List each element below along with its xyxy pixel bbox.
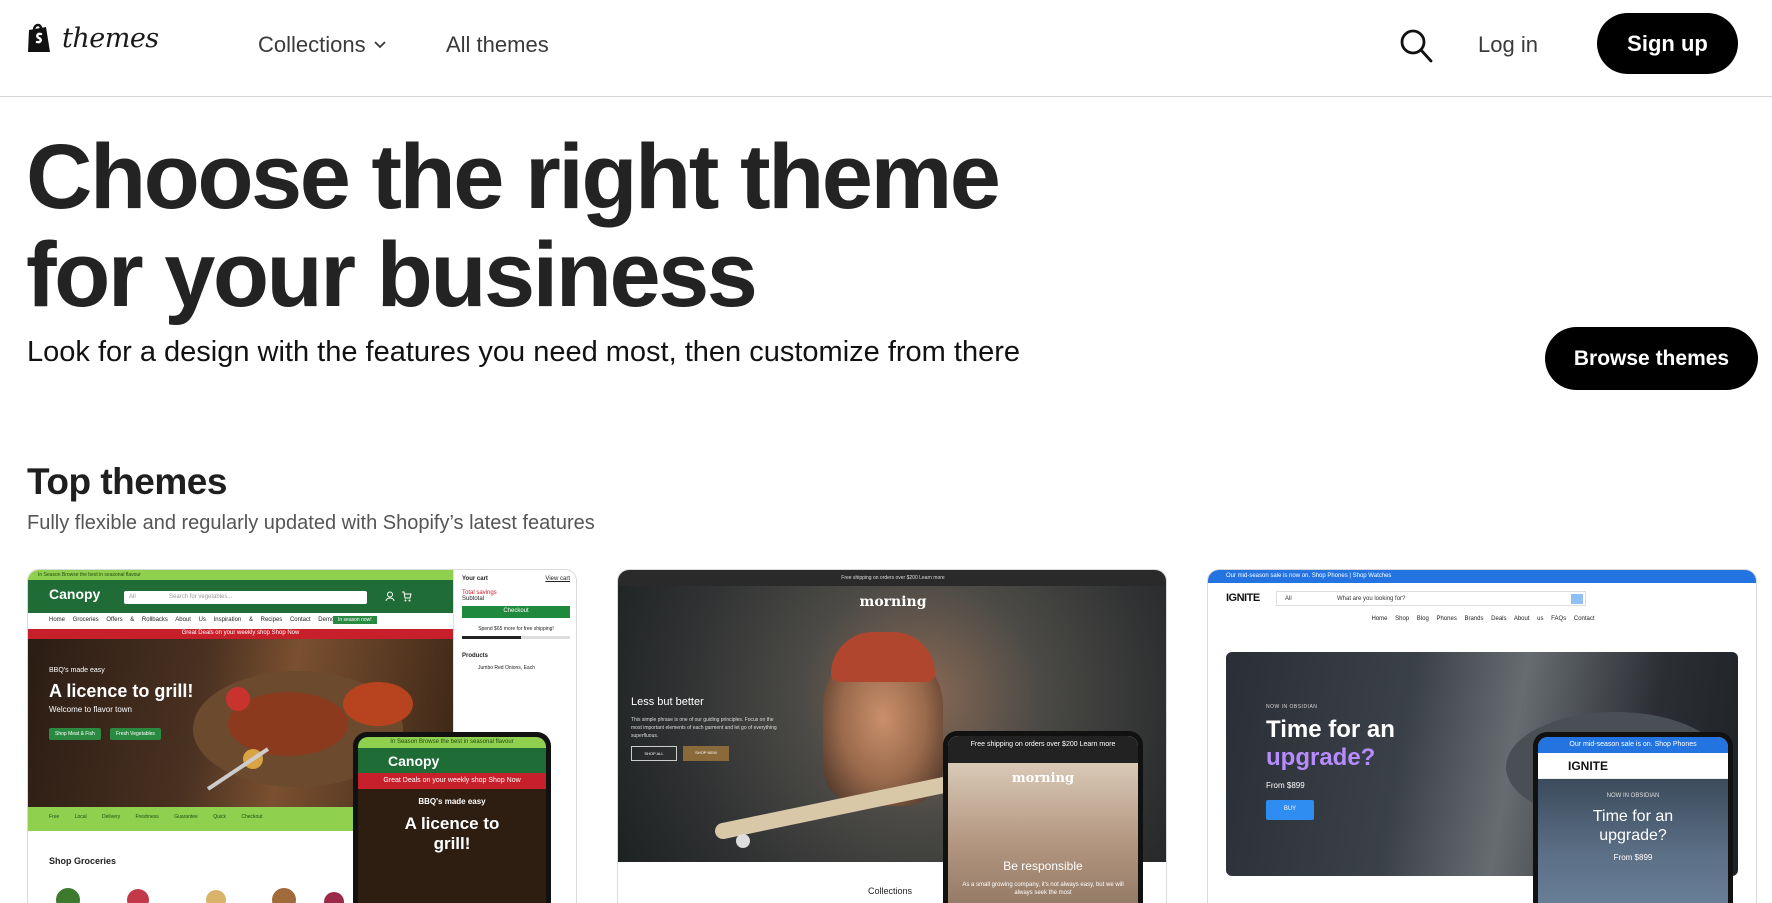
cart-checkout-button: Checkout — [462, 606, 570, 618]
canopy-header: Canopy All Search for vegetables... — [28, 580, 453, 613]
canopy-search-field: All Search for vegetables... — [124, 591, 367, 604]
canopy-shop-groceries-heading: Shop Groceries — [49, 856, 117, 866]
ignite-mobile-kicker: NOW IN OBSIDIAN — [1606, 793, 1660, 799]
nav-all-themes[interactable]: All themes — [446, 32, 549, 58]
ignite-buy-button: BUY — [1266, 800, 1314, 820]
cart-icon — [402, 591, 412, 602]
ignite-mobile-announcement: Our mid-season sale is on. Shop Phones — [1538, 737, 1728, 753]
morning-logo: morning — [859, 594, 927, 610]
site-header: themes Collections All themes Log in Sig… — [0, 0, 1772, 97]
page-title-line-2: for your business — [26, 224, 758, 326]
morning-mobile-text: As a small growing company, it's not alw… — [962, 882, 1124, 896]
ignite-search-placeholder: What are you looking for? — [1337, 596, 1406, 602]
ignite-mobile-hero: NOW IN OBSIDIAN Time for an upgrade? Fro… — [1538, 779, 1728, 903]
ignite-announcement-bar: Our mid-season sale is now on. Shop Phon… — [1208, 570, 1756, 583]
canopy-hero-kicker: BBQ's made easy — [49, 667, 105, 674]
canopy-mobile-announcement: In Season Browse the best in seasonal fl… — [358, 737, 546, 748]
groceries-illustration — [56, 888, 344, 903]
logo-wordmark: themes — [62, 22, 159, 54]
canopy-search-placeholder: Search for vegetables... — [169, 594, 233, 600]
morning-hero-text: This simple phrase is one of our guiding… — [631, 717, 777, 739]
ignite-mobile-logo: IGNITE — [1538, 753, 1728, 779]
cart-progress-bar — [462, 636, 570, 639]
signup-button[interactable]: Sign up — [1597, 13, 1738, 74]
shopify-themes-logo[interactable]: themes — [26, 22, 159, 54]
canopy-menu: Home Groceries Offers & Rollbacks About … — [28, 613, 453, 629]
canopy-hero-text: Welcome to flavor town — [49, 705, 132, 714]
morning-collections-heading: Collections — [868, 886, 913, 896]
theme-card-ignite[interactable]: Our mid-season sale is now on. Shop Phon… — [1207, 569, 1757, 903]
cart-subtotal: Subtotal — [462, 596, 485, 602]
morning-shop-all-button: SHOP ALL — [631, 746, 677, 761]
cart-products-heading: Products — [462, 653, 489, 659]
canopy-deal-bar: Great Deals on your weekly shop Shop Now — [28, 629, 453, 639]
morning-hero-heading: Less but better — [631, 696, 704, 708]
ignite-search-category: All — [1285, 596, 1292, 602]
canopy-hero-heading: A licence to grill! — [49, 681, 194, 701]
user-icon — [385, 591, 395, 602]
canopy-in-season-badge: In season now! — [333, 616, 377, 624]
search-button[interactable] — [1396, 26, 1436, 66]
canopy-search-category: All — [129, 594, 136, 600]
nav-collections[interactable]: Collections — [258, 32, 386, 58]
canopy-announcement-bar: In Season Browse the best in seasonal fl… — [28, 570, 453, 580]
cart-title: Your cart — [462, 576, 488, 582]
ignite-header: IGNITE All What are you looking for? — [1208, 583, 1756, 611]
cart-view-link: View cart — [545, 576, 570, 582]
theme-card-morning[interactable]: Free shipping on orders over $200 Learn … — [617, 569, 1167, 903]
login-link[interactable]: Log in — [1478, 32, 1538, 58]
canopy-mobile-heading: A licence to grill! — [404, 814, 500, 853]
top-themes-title: Top themes — [27, 461, 227, 502]
page-subtitle: Look for a design with the features you … — [27, 336, 1020, 368]
ignite-mobile-preview: Our mid-season sale is on. Shop Phones I… — [1533, 732, 1733, 903]
morning-mobile-announcement: Free shipping on orders over $200 Learn … — [948, 736, 1138, 763]
canopy-shop-meat-button: Shop Meat & Fish — [49, 728, 101, 740]
canopy-fresh-veg-button: Fresh Vegetables — [110, 728, 161, 740]
ignite-hero-heading-1: Time for an — [1266, 716, 1395, 743]
canopy-menu-items: Home Groceries Offers & Rollbacks About … — [49, 617, 338, 623]
canopy-mobile-hero: BBQ's made easy A licence to grill! — [358, 797, 546, 854]
morning-mobile-hero: morning Be responsible As a small growin… — [948, 763, 1138, 903]
morning-mobile-preview: Free shipping on orders over $200 Learn … — [943, 731, 1143, 903]
ignite-search-field: All What are you looking for? — [1276, 591, 1586, 606]
canopy-mobile-logo: Canopy — [358, 748, 546, 773]
ignite-hero-kicker: NOW IN OBSIDIAN — [1266, 704, 1318, 710]
theme-card-canopy[interactable]: In Season Browse the best in seasonal fl… — [27, 569, 577, 903]
cart-product-item: Jumbo Red Onions, Each — [478, 665, 535, 671]
search-icon — [1400, 29, 1433, 63]
page-title: Choose the right theme for your business — [26, 128, 1126, 324]
ignite-mobile-price: From $899 — [1613, 853, 1653, 862]
morning-hero-beanie — [831, 632, 935, 682]
page-title-line-1: Choose the right theme — [26, 126, 1001, 228]
ignite-search-icon — [1571, 594, 1583, 604]
ignite-hero-price: From $899 — [1266, 781, 1305, 790]
top-themes-subtitle: Fully flexible and regularly updated wit… — [27, 512, 595, 534]
canopy-logo: Canopy — [49, 586, 101, 602]
shopify-bag-icon — [28, 23, 50, 52]
chevron-down-icon — [373, 41, 386, 49]
canopy-mobile-kicker: BBQ's made easy — [418, 797, 486, 806]
browse-themes-button[interactable]: Browse themes — [1545, 327, 1758, 390]
morning-mobile-logo: morning — [1011, 771, 1075, 786]
nav-collections-label: Collections — [258, 32, 366, 57]
skateboard-illustration — [715, 773, 971, 848]
cart-spend-note: Spend $65 more for free shipping! — [478, 626, 554, 632]
ignite-menu: Home Shop Blog Phones Brands Deals About… — [1371, 616, 1595, 622]
morning-shop-new-button: SHOP NEW — [683, 746, 729, 761]
canopy-mobile-preview: In Season Browse the best in seasonal fl… — [353, 732, 551, 903]
ignite-mobile-heading: Time for an upgrade? — [1592, 808, 1674, 844]
cart-header: Your cart View cart — [462, 576, 570, 582]
morning-mobile-heading: Be responsible — [1003, 859, 1083, 873]
canopy-mobile-deal: Great Deals on your weekly shop Shop Now — [358, 773, 546, 789]
morning-announcement-bar: Free shipping on orders over $200 Learn … — [618, 570, 1166, 586]
ignite-logo: IGNITE — [1226, 592, 1260, 604]
nav-all-themes-label: All themes — [446, 32, 549, 57]
ignite-hero-heading-2: upgrade? — [1266, 744, 1376, 771]
